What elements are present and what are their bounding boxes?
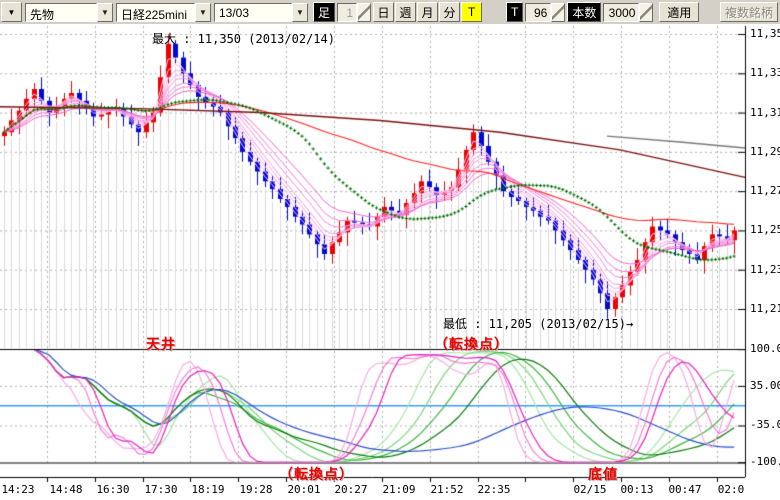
chart-application-window: ▼ 先物 ▼ 日経225mini ▼ 13/03 ▼ 足 1 日 週 月 分 T…: [0, 0, 780, 500]
period-tick-button[interactable]: T: [461, 2, 482, 22]
toolbar: ▼ 先物 ▼ 日経225mini ▼ 13/03 ▼ 足 1 日 週 月 分 T…: [0, 0, 780, 24]
market-select[interactable]: 先物 ▼: [25, 3, 113, 22]
left-stub-combo-arrow[interactable]: ▼: [1, 2, 22, 22]
spinner-icon[interactable]: [639, 3, 653, 22]
symbol-select-value: 日経225mini: [116, 3, 195, 22]
multi-symbol-button[interactable]: 複数銘柄: [720, 2, 778, 22]
tick-count-stepper[interactable]: 96: [525, 3, 565, 22]
chevron-down-icon: ▼: [8, 8, 16, 17]
chevron-down-icon[interactable]: ▼: [292, 3, 308, 22]
apply-button[interactable]: 適用: [659, 2, 699, 22]
main-chart-canvas[interactable]: [0, 24, 780, 500]
chevron-down-icon[interactable]: ▼: [97, 3, 113, 22]
interval-value: 1: [337, 3, 357, 22]
spinner-icon[interactable]: [357, 3, 371, 22]
period-week-button[interactable]: 週: [395, 2, 416, 22]
period-minute-button[interactable]: 分: [439, 2, 460, 22]
spinner-icon[interactable]: [551, 3, 565, 22]
bar-count-stepper[interactable]: 3000: [603, 3, 653, 22]
tick-param-label: T: [506, 2, 523, 22]
contract-month-select[interactable]: 13/03 ▼: [214, 3, 308, 22]
market-select-value: 先物: [25, 3, 97, 22]
interval-stepper[interactable]: 1: [337, 3, 371, 22]
bar-count-label: 本数: [567, 2, 601, 22]
period-day-button[interactable]: 日: [373, 2, 394, 22]
contract-month-value: 13/03: [214, 3, 292, 22]
period-month-button[interactable]: 月: [417, 2, 438, 22]
ashi-label: 足: [313, 2, 335, 22]
tick-count-value: 96: [525, 3, 551, 22]
chevron-down-icon[interactable]: ▼: [195, 3, 211, 22]
symbol-select[interactable]: 日経225mini ▼: [116, 3, 211, 22]
bar-count-value: 3000: [603, 3, 639, 22]
